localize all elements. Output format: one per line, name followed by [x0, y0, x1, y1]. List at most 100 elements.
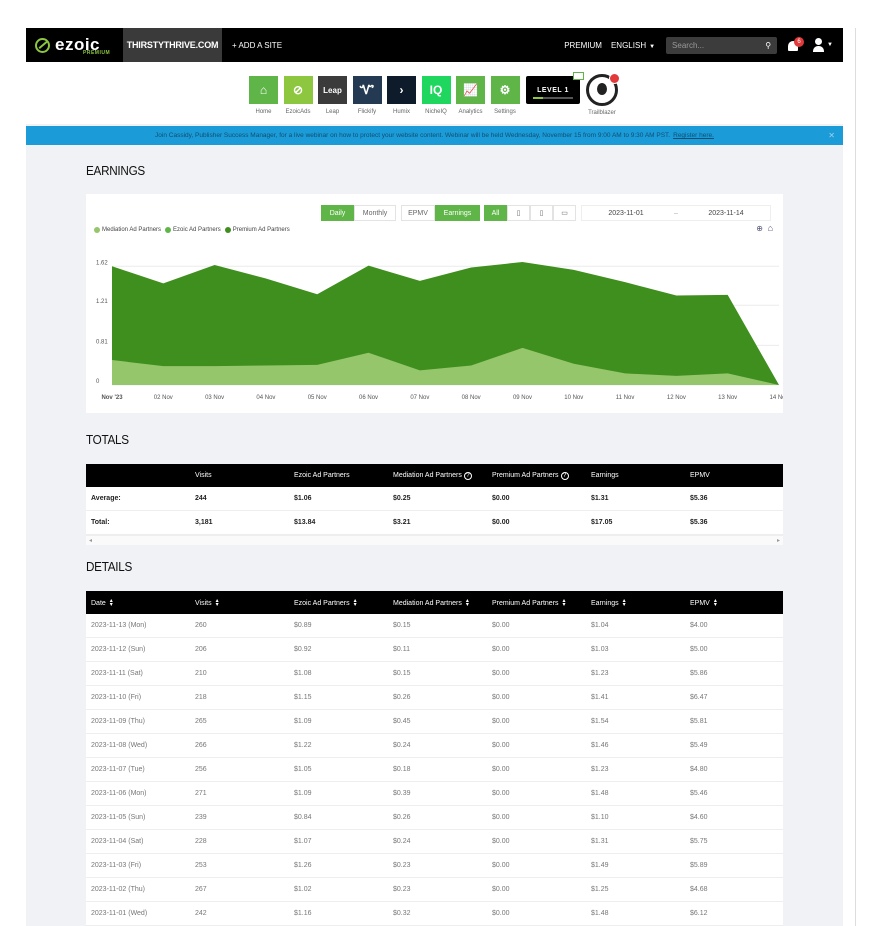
sort-icon[interactable]: ▴ ▾: [714, 598, 717, 608]
table-cell: 3,181: [195, 519, 213, 526]
column-header: EPMV: [685, 472, 783, 479]
details-table: Date ▴ ▾ Visits ▴ ▾ Ezoic Ad Partners ▴ ▾ Mediati…: [86, 591, 783, 926]
legend-item[interactable]: Premium Ad Partners: [224, 227, 290, 233]
search-input[interactable]: [672, 40, 758, 50]
ezoic-logo[interactable]: ezoic PREMIUM: [26, 28, 123, 62]
level-badge[interactable]: LEVEL 1: [526, 72, 584, 104]
legend-item[interactable]: Mediation Ad Partners: [94, 227, 161, 233]
table-cell: 266: [195, 742, 207, 749]
x-tick-label: 02 Nov: [154, 395, 173, 401]
legend-label: Mediation Ad Partners: [102, 227, 162, 233]
home-icon: ⌂: [249, 76, 278, 104]
horizontal-scrollbar[interactable]: ◂ ▸: [86, 535, 783, 545]
table-cell: $1.26: [294, 862, 312, 869]
column-header[interactable]: Date ▴ ▾: [86, 598, 190, 608]
table-cell: 267: [195, 886, 207, 893]
app-bar: LEVEL 1 Trailblazer ⌂ Home ⊘ EzoicAds Leap Le…: [26, 62, 843, 124]
table-cell: 239: [195, 814, 207, 821]
mobile-icon[interactable]: ▯: [507, 205, 530, 221]
table-cell: $1.31: [591, 495, 609, 502]
ezoicads-icon: ⊘: [283, 76, 313, 104]
sort-icon[interactable]: ▴ ▾: [354, 598, 357, 608]
details-header: Date ▴ ▾ Visits ▴ ▾ Ezoic Ad Partners ▴ ▾ Mediati…: [86, 591, 783, 614]
add-site-link[interactable]: + ADD A SITE: [232, 41, 282, 50]
date-range[interactable]: 2023-11-01 – 2023-11-14: [581, 205, 771, 221]
table-cell: $5.00: [690, 646, 708, 653]
table-cell: $0.00: [492, 766, 510, 773]
sort-icon[interactable]: ▴ ▾: [466, 598, 469, 608]
y-tick-label: 0.81: [96, 339, 108, 345]
table-cell: $1.07: [294, 838, 312, 845]
site-selector[interactable]: THIRSTYTHRIVE.COM: [123, 28, 222, 62]
column-header[interactable]: Premium Ad Partners ▴ ▾: [487, 598, 586, 608]
table-cell: 271: [195, 790, 207, 797]
all-devices-toggle[interactable]: All: [484, 205, 507, 221]
notifications-bell[interactable]: 6: [787, 37, 805, 53]
monthly-toggle[interactable]: Monthly: [354, 205, 396, 221]
table-cell: $0.00: [492, 694, 510, 701]
column-header[interactable]: Ezoic Ad Partners ▴ ▾: [289, 598, 388, 608]
table-cell: $0.00: [492, 519, 510, 526]
close-icon[interactable]: ✕: [828, 131, 835, 140]
column-header[interactable]: EPMV ▴ ▾: [685, 598, 783, 608]
column-header-label: EPMV: [690, 599, 710, 607]
table-cell: $0.45: [393, 718, 411, 725]
table-cell: 2023-11-07 (Tue): [91, 766, 145, 773]
sort-icon[interactable]: ▴ ▾: [623, 598, 626, 608]
home-icon[interactable]: ⌂: [768, 223, 773, 233]
column-header[interactable]: Visits ▴ ▾: [190, 598, 289, 608]
trailblazer-icon[interactable]: [586, 73, 620, 106]
column-header[interactable]: Mediation Ad Partners ▴ ▾: [388, 598, 487, 608]
table-cell: $5.89: [690, 862, 708, 869]
table-row: 2023-11-10 (Fri) 218 $1.15 $0.26 $0.00 $1.41 $…: [86, 686, 783, 710]
table-cell: $6.47: [690, 694, 708, 701]
table-cell: $0.00: [492, 718, 510, 725]
column-header[interactable]: Earnings ▴ ▾: [586, 598, 685, 608]
date-from[interactable]: 2023-11-01: [582, 210, 670, 217]
table-cell: $1.06: [294, 495, 312, 502]
table-cell: $0.11: [393, 646, 410, 653]
table-cell: $5.46: [690, 790, 708, 797]
x-tick-label: 11 Nov: [616, 395, 635, 401]
column-header-label: Mediation Ad Partners: [393, 599, 462, 607]
scroll-right-icon[interactable]: ▸: [777, 537, 780, 544]
table-cell: $0.26: [393, 694, 411, 701]
page-scrollbar[interactable]: [855, 28, 872, 926]
x-tick-label: 04 Nov: [256, 395, 275, 401]
user-menu[interactable]: ▼: [813, 38, 833, 52]
search-icon[interactable]: ⚲: [765, 41, 771, 50]
table-cell: 253: [195, 862, 207, 869]
earnings-toggle[interactable]: Earnings: [435, 205, 480, 221]
table-cell: $1.03: [591, 646, 609, 653]
table-cell: $1.22: [294, 742, 312, 749]
zoom-icon[interactable]: ⊕: [756, 224, 763, 233]
column-header-label: Earnings: [591, 472, 619, 479]
announcement-text: Join Cassidy, Publisher Success Manager,…: [155, 132, 671, 139]
table-cell: $1.02: [294, 886, 312, 893]
date-to[interactable]: 2023-11-14: [682, 210, 770, 217]
table-cell: 210: [195, 670, 207, 677]
user-icon: [813, 38, 825, 52]
tablet-icon[interactable]: ▯: [530, 205, 553, 221]
table-row: 2023-11-03 (Fri) 253 $1.26 $0.23 $0.00 $1.49 $…: [86, 854, 783, 878]
app-settings[interactable]: ⚙ Settings: [490, 76, 520, 115]
premium-link[interactable]: PREMIUM: [564, 41, 602, 50]
help-icon[interactable]: ?: [463, 471, 472, 480]
table-cell: 2023-11-09 (Thu): [91, 718, 145, 725]
sort-icon[interactable]: ▴ ▾: [216, 598, 219, 608]
totals-table: Visits Ezoic Ad Partners Mediation Ad Part…: [86, 464, 783, 545]
table-cell: $4.68: [690, 886, 708, 893]
table-row: 2023-11-07 (Tue) 256 $1.05 $0.18 $0.00 $1.23 $…: [86, 758, 783, 782]
sort-icon[interactable]: ▴ ▾: [563, 598, 566, 608]
sort-icon[interactable]: ▴ ▾: [110, 598, 113, 608]
scroll-left-icon[interactable]: ◂: [89, 537, 92, 544]
caret-down-icon: ▼: [827, 42, 833, 48]
table-cell: 2023-11-03 (Fri): [91, 862, 142, 869]
language-dropdown[interactable]: ENGLISH ▼: [611, 41, 655, 50]
legend-item[interactable]: Ezoic Ad Partners: [165, 227, 221, 233]
register-link[interactable]: Register here.: [673, 132, 714, 139]
daily-toggle[interactable]: Daily: [321, 205, 354, 221]
desktop-icon[interactable]: ▭: [553, 205, 576, 221]
epmv-toggle[interactable]: EPMV: [401, 205, 435, 221]
help-icon[interactable]: ?: [560, 471, 569, 480]
